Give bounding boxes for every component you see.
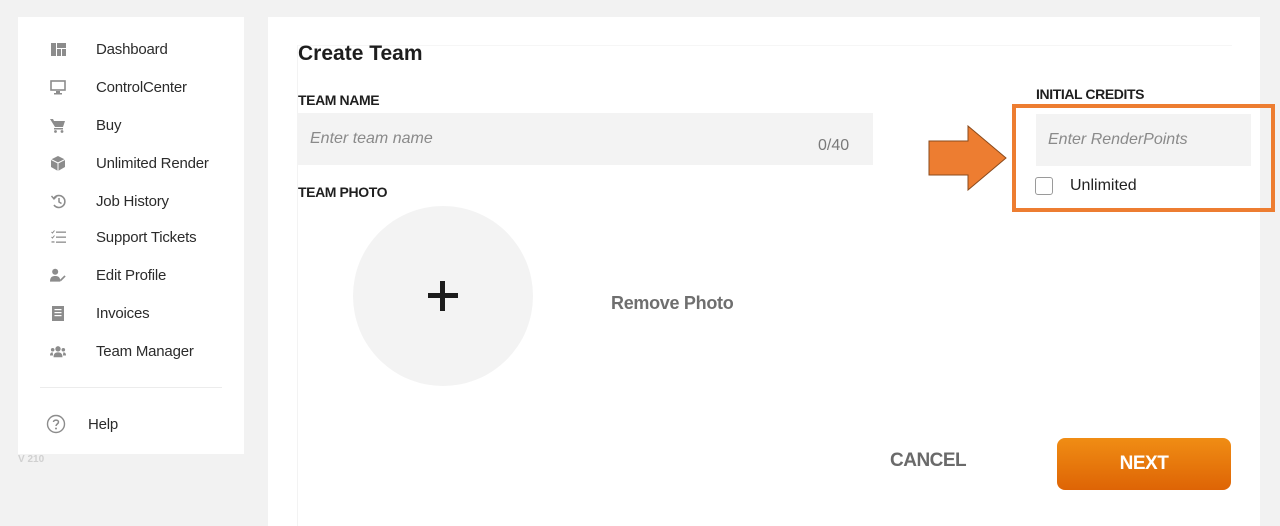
- checklist-icon: [50, 229, 66, 245]
- team-icon: [50, 343, 66, 359]
- sidebar-item-unlimited-render[interactable]: Unlimited Render: [18, 148, 244, 178]
- sidebar-item-dashboard[interactable]: Dashboard: [18, 34, 244, 64]
- next-button[interactable]: NEXT: [1057, 438, 1231, 490]
- team-photo-label: TEAM PHOTO: [298, 184, 388, 200]
- plus-icon: [428, 281, 458, 311]
- sidebar-item-invoices[interactable]: Invoices: [18, 298, 244, 328]
- sidebar-item-support-tickets[interactable]: Support Tickets: [18, 222, 244, 252]
- sidebar-item-team-manager[interactable]: Team Manager: [18, 336, 244, 366]
- user-edit-icon: [50, 267, 66, 283]
- sidebar-item-buy[interactable]: Buy: [18, 110, 244, 140]
- help-circle-icon: [46, 414, 66, 434]
- team-name-label: TEAM NAME: [298, 92, 380, 108]
- sidebar: Dashboard ControlCenter Buy Unlimited Re…: [18, 17, 244, 454]
- add-photo-button[interactable]: [353, 206, 533, 386]
- char-counter: 0/40: [818, 137, 850, 154]
- sidebar-item-label: Support Tickets: [96, 228, 197, 246]
- unlimited-checkbox[interactable]: [1035, 177, 1053, 195]
- cart-icon: [50, 117, 66, 133]
- monitor-icon: [50, 79, 66, 95]
- sidebar-item-label: Unlimited Render: [96, 154, 209, 172]
- receipt-icon: [50, 305, 66, 321]
- sidebar-item-job-history[interactable]: Job History: [18, 186, 244, 216]
- history-icon: [50, 193, 66, 209]
- sidebar-item-label: Edit Profile: [96, 266, 167, 284]
- sidebar-item-label: Buy: [96, 116, 122, 134]
- render-points-input[interactable]: [1036, 114, 1251, 166]
- unlimited-label[interactable]: Unlimited: [1070, 177, 1137, 195]
- sidebar-item-label: Help: [88, 415, 119, 433]
- version-label: V 210: [18, 454, 45, 465]
- sidebar-item-controlcenter[interactable]: ControlCenter: [18, 72, 244, 102]
- team-name-input[interactable]: [298, 113, 873, 165]
- cancel-button[interactable]: CANCEL: [890, 450, 967, 472]
- sidebar-item-label: Job History: [96, 192, 169, 210]
- sidebar-item-label: Dashboard: [96, 40, 168, 58]
- annotation-arrow-icon: [928, 125, 1007, 191]
- page-title: Create Team: [298, 42, 423, 65]
- sidebar-item-label: ControlCenter: [96, 78, 187, 96]
- initial-credits-label: INITIAL CREDITS: [1036, 86, 1145, 102]
- sidebar-item-label: Team Manager: [96, 342, 194, 360]
- dashboard-icon: [50, 41, 66, 57]
- sidebar-item-edit-profile[interactable]: Edit Profile: [18, 260, 244, 290]
- sidebar-divider: [40, 387, 222, 388]
- cube-icon: [50, 155, 66, 171]
- sidebar-item-help[interactable]: Help: [18, 409, 244, 439]
- remove-photo-button[interactable]: Remove Photo: [611, 293, 734, 314]
- sidebar-item-label: Invoices: [96, 304, 150, 322]
